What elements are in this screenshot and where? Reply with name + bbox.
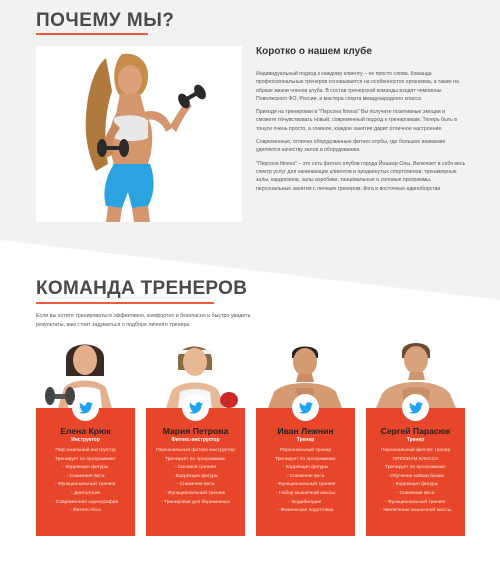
program-item: Тренирует по программам: [384, 465, 446, 471]
about-paragraph: Индивидуальный подход к каждому клиенту … [256, 71, 459, 102]
trainer-programs: Персональный инструктор Тренирует по про… [40, 447, 131, 516]
trainer-card: Иван Лежнин Тренер Персональный тренер Т… [256, 336, 355, 536]
twitter-icon [408, 401, 423, 414]
program-item: - Бодибилдинг [289, 499, 322, 505]
trainer-programs: Персональный фитнес тренер ПРЕМИУМ КЛАСС… [370, 447, 461, 516]
program-item: - Функциональный тренинг [385, 499, 446, 505]
trainer-name: Сергей Парасюк [380, 426, 451, 436]
program-item: - Коррекция фигуры [62, 465, 109, 471]
trainer-card: Елена Крюк Инструктор Персональный инстр… [36, 336, 135, 536]
program-item: - Снижение веса [396, 490, 435, 496]
about-paragraph: Современные, отлично оборудованные фитне… [256, 139, 446, 154]
program-item: - Диетология [70, 490, 101, 496]
heading-underline [36, 302, 214, 304]
trainer-role: Тренер [296, 437, 315, 443]
program-item: Персональный тренер [279, 448, 332, 453]
trainer-role: Тренер [406, 437, 425, 443]
twitter-icon [188, 401, 203, 414]
program-item: ПРЕМИУМ КЛАССА [392, 456, 439, 462]
trainer-card: Сергей Парасюк Тренер Персональный фитне… [366, 336, 465, 536]
program-item: - Снижение веса [286, 473, 325, 479]
program-item: - Снижение веса [66, 473, 105, 479]
program-item: Персональный фитнес-инструктор [156, 448, 235, 453]
fitness-woman-image [36, 46, 242, 222]
trainer-cards: Елена Крюк Инструктор Персональный инстр… [36, 336, 466, 536]
about-paragraph: "Персона fitness" – это сеть фитнес клуб… [256, 160, 466, 192]
twitter-link[interactable] [72, 394, 99, 421]
program-item: - Коррекция фигуры [282, 465, 329, 471]
twitter-icon [298, 401, 313, 414]
trainer-programs: Персональный тренер Тренирует по програм… [260, 447, 351, 516]
program-item: - Коррекция фигуры [172, 473, 219, 479]
about-paragraph: Приходя на тренировки в "Персона fitness… [256, 109, 457, 132]
trainer-name: Елена Крюк [60, 426, 111, 436]
twitter-link[interactable] [292, 394, 319, 421]
program-item: - Обучение новым базам [387, 473, 444, 479]
program-item: Персональный инструктор [55, 448, 116, 453]
program-item: - Снижение веса [176, 482, 215, 488]
trainer-name: Иван Лежнин [277, 426, 334, 436]
program-item: Персональный фитнес тренер [380, 448, 451, 453]
program-item: - Функциональный тренинг [165, 490, 226, 496]
trainer-role: Фитнес-инструктор [171, 437, 220, 443]
program-item: - Набор мышечной массы [276, 490, 335, 496]
program-item: - Физическая подготовка [277, 508, 334, 514]
program-item: Тренирует по программам: [274, 456, 336, 462]
trainer-card: Мария Петрова Фитнес-инструктор Персонал… [146, 336, 245, 536]
program-item: - Функциональный тренинг [275, 482, 336, 488]
program-item: Тренирует по программам: [54, 456, 116, 462]
program-item: - Функциональный тренинг [55, 482, 116, 488]
heading-underline [36, 33, 148, 35]
trainer-name: Мария Петрова [162, 426, 229, 436]
program-item: - Современная хореография [52, 499, 119, 505]
program-item: Тренирует по программам: [164, 456, 226, 462]
team-intro-text: Если вы хотите тренироваться эффективно,… [36, 313, 251, 328]
program-item: - Фитнес-йога [69, 508, 102, 514]
program-item: - Силовой тренинг [174, 465, 217, 471]
twitter-icon [78, 401, 93, 414]
program-item: - Увеличение мышечной массы [379, 508, 452, 514]
program-item: - Тренировки для беременных [161, 499, 230, 505]
about-club-text: Индивидуальный подход к каждому клиенту … [256, 70, 466, 198]
trainer-role: Инструктор [71, 437, 100, 443]
about-club-heading: Коротко о нашем клубе [256, 46, 372, 57]
club-photo [36, 46, 242, 222]
why-us-heading: ПОЧЕМУ МЫ? [36, 10, 175, 31]
trainer-programs: Персональный фитнес-инструктор Тренирует… [150, 447, 241, 507]
twitter-link[interactable] [182, 394, 209, 421]
team-heading: КОМАНДА ТРЕНЕРОВ [36, 278, 248, 299]
twitter-link[interactable] [402, 394, 429, 421]
program-item: - Коррекция фигуры [392, 482, 439, 488]
